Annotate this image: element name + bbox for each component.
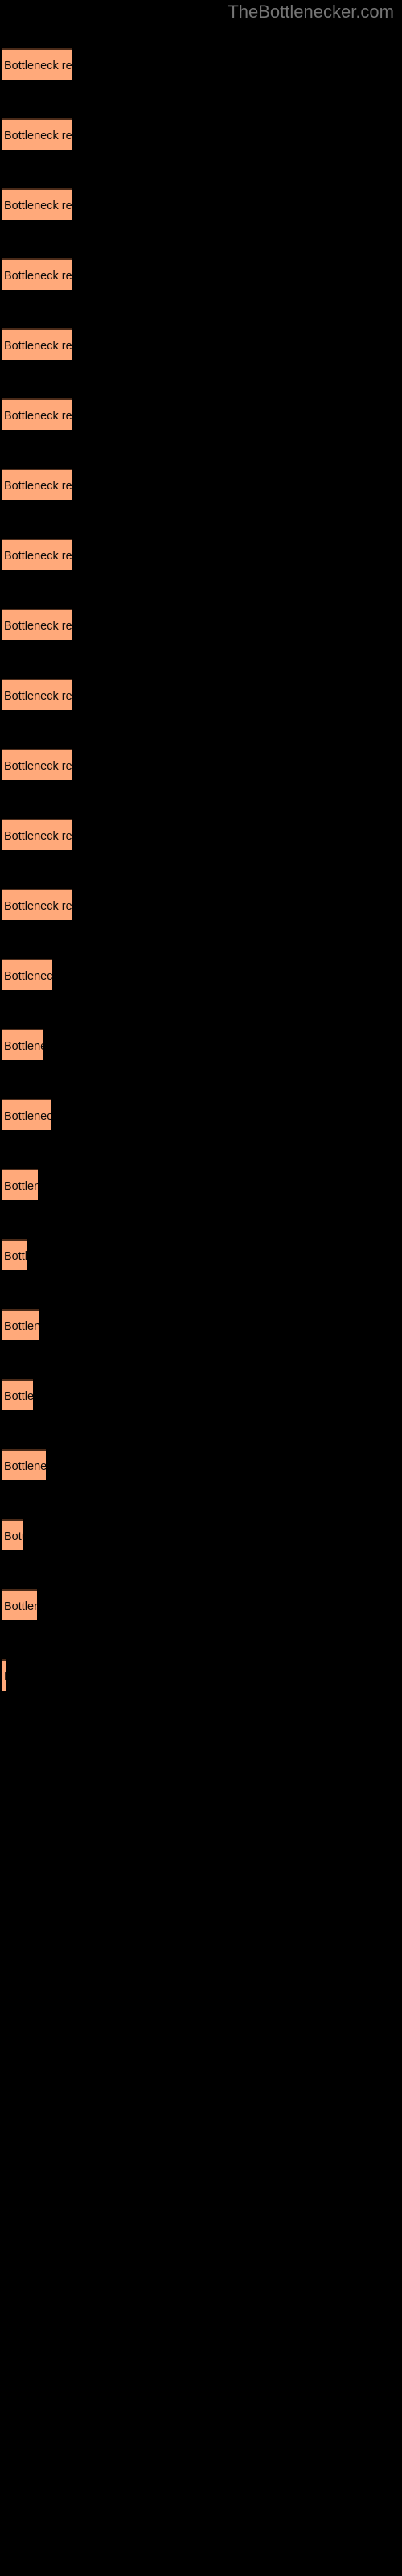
bar[interactable]: Bottleneck result <box>2 328 72 360</box>
bar[interactable]: Bottleneck result <box>2 1659 6 1690</box>
bar[interactable]: Bottleneck result <box>2 749 72 780</box>
bar[interactable]: Bottleneck result <box>2 1169 38 1200</box>
bar-label: Bottleneck result <box>4 1180 38 1193</box>
bar-label: Bottleneck result <box>4 1460 46 1473</box>
bar[interactable]: Bottleneck result <box>2 188 72 220</box>
bar-label: Bottleneck result <box>4 200 72 213</box>
bar[interactable]: Bottleneck result <box>2 1589 37 1620</box>
bar-label: Bottleneck result <box>4 1110 51 1123</box>
bar[interactable]: Bottleneck result <box>2 258 72 290</box>
bar-label: Bottleneck result <box>4 1600 37 1613</box>
bar-label: Bottleneck result <box>4 620 72 633</box>
bar-label: Bottleneck result <box>4 1250 27 1263</box>
plot-area: Bottleneck result Bottleneck result Bottle… <box>0 0 402 2576</box>
bar[interactable]: Bottleneck result <box>2 679 72 710</box>
bar-label: Bottleneck result <box>4 900 72 913</box>
bar[interactable]: Bottleneck result <box>2 398 72 430</box>
bar-label: Bottleneck result <box>4 1320 39 1333</box>
bar[interactable]: Bottleneck result <box>2 959 52 990</box>
bar[interactable]: Bottleneck result <box>2 48 72 80</box>
bar-label: Bottleneck result <box>4 480 72 493</box>
bar[interactable]: Bottleneck result <box>2 1449 46 1480</box>
bar[interactable]: Bottleneck result <box>2 609 72 640</box>
bar-label: Bottleneck result <box>4 1661 6 1690</box>
bar[interactable]: Bottleneck result <box>2 1099 51 1130</box>
bar[interactable]: Bottleneck result <box>2 1519 23 1550</box>
bar-label: Bottleneck result <box>4 690 72 703</box>
bar-label: Bottleneck result <box>4 130 72 142</box>
bar[interactable]: Bottleneck result <box>2 1379 33 1410</box>
bar-label: Bottleneck result <box>4 1530 23 1543</box>
bar[interactable]: Bottleneck result <box>2 1309 39 1340</box>
bar-label: Bottleneck result <box>4 60 72 72</box>
bar-label: Bottleneck result <box>4 270 72 283</box>
bar[interactable]: Bottleneck result <box>2 1239 27 1270</box>
bar[interactable]: Bottleneck result <box>2 1029 43 1060</box>
bar-label: Bottleneck result <box>4 1040 43 1053</box>
bar[interactable]: Bottleneck result <box>2 469 72 500</box>
bar-label: Bottleneck result <box>4 830 72 843</box>
bar[interactable]: Bottleneck result <box>2 889 72 920</box>
bar[interactable]: Bottleneck result <box>2 118 72 150</box>
bar-label: Bottleneck result <box>4 1390 33 1403</box>
bar[interactable]: Bottleneck result <box>2 819 72 850</box>
bar-label: Bottleneck result <box>4 340 72 353</box>
bottleneck-chart: TheBottlenecker.com Bottleneck resultBot… <box>0 0 402 2576</box>
bar-label: Bottleneck result <box>4 760 72 773</box>
bar[interactable]: Bottleneck result <box>2 539 72 570</box>
bar-label: Bottleneck result <box>4 970 52 983</box>
bar-label: Bottleneck result <box>4 410 72 423</box>
bar-label: Bottleneck result <box>4 550 72 563</box>
